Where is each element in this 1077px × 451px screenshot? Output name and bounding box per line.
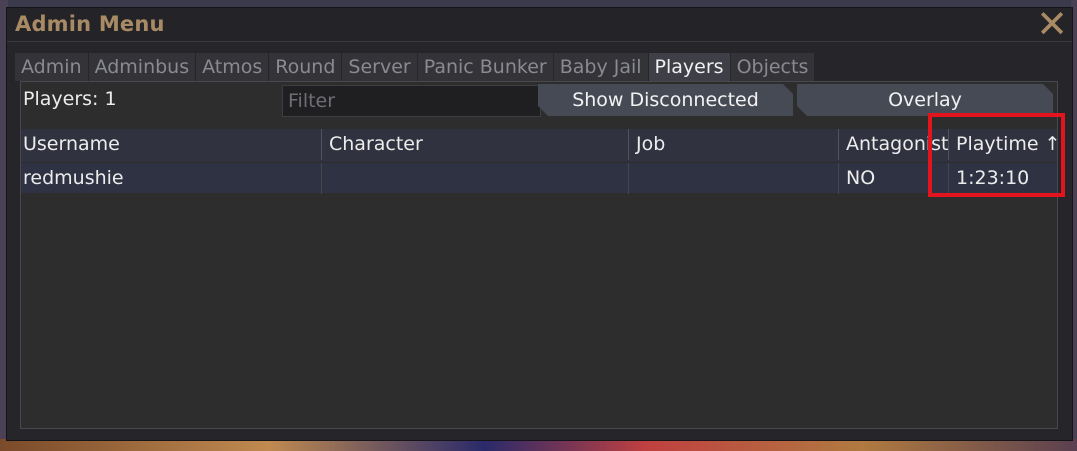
tab-round[interactable]: Round xyxy=(269,53,342,81)
column-header-username[interactable]: Username xyxy=(21,129,321,160)
tab-bar: Admin Adminbus Atmos Round Server Panic … xyxy=(15,53,815,81)
tab-panic-bunker[interactable]: Panic Bunker xyxy=(417,53,553,81)
tab-admin[interactable]: Admin xyxy=(15,53,88,81)
cell-username: redmushie xyxy=(23,167,124,189)
table-row[interactable]: redmushie NO 1:23:10 xyxy=(21,163,1057,194)
tab-players[interactable]: Players xyxy=(648,53,730,81)
table-header: Username Character Job Antagonist Playti… xyxy=(21,129,1057,162)
overlay-button[interactable]: Overlay xyxy=(797,84,1053,116)
cell-antagonist: NO xyxy=(838,163,948,194)
filter-input[interactable] xyxy=(282,85,541,117)
cell-character xyxy=(321,163,628,194)
players-panel: Players: 1 Show Disconnected Overlay Use… xyxy=(20,81,1058,429)
column-header-job[interactable]: Job xyxy=(628,129,838,160)
cell-playtime: 1:23:10 xyxy=(948,163,1057,194)
tab-atmos[interactable]: Atmos xyxy=(196,53,269,81)
players-count: Players: 1 xyxy=(23,88,117,110)
window-title: Admin Menu xyxy=(15,12,165,36)
close-icon[interactable]: ✕ xyxy=(1036,5,1068,43)
cell-job xyxy=(628,163,838,194)
title-bar[interactable]: Admin Menu ✕ xyxy=(7,5,1072,43)
tab-adminbus[interactable]: Adminbus xyxy=(88,53,196,81)
column-header-character[interactable]: Character xyxy=(321,129,628,160)
admin-menu-window: Admin Menu ✕ Admin Adminbus Atmos Round … xyxy=(6,5,1073,441)
show-disconnected-button[interactable]: Show Disconnected xyxy=(538,84,793,116)
column-header-antagonist[interactable]: Antagonist xyxy=(838,129,948,160)
tab-objects[interactable]: Objects xyxy=(730,53,815,81)
column-header-playtime[interactable]: Playtime ↑ xyxy=(948,129,1057,160)
tab-baby-jail[interactable]: Baby Jail xyxy=(553,53,648,81)
tab-server[interactable]: Server xyxy=(342,53,417,81)
